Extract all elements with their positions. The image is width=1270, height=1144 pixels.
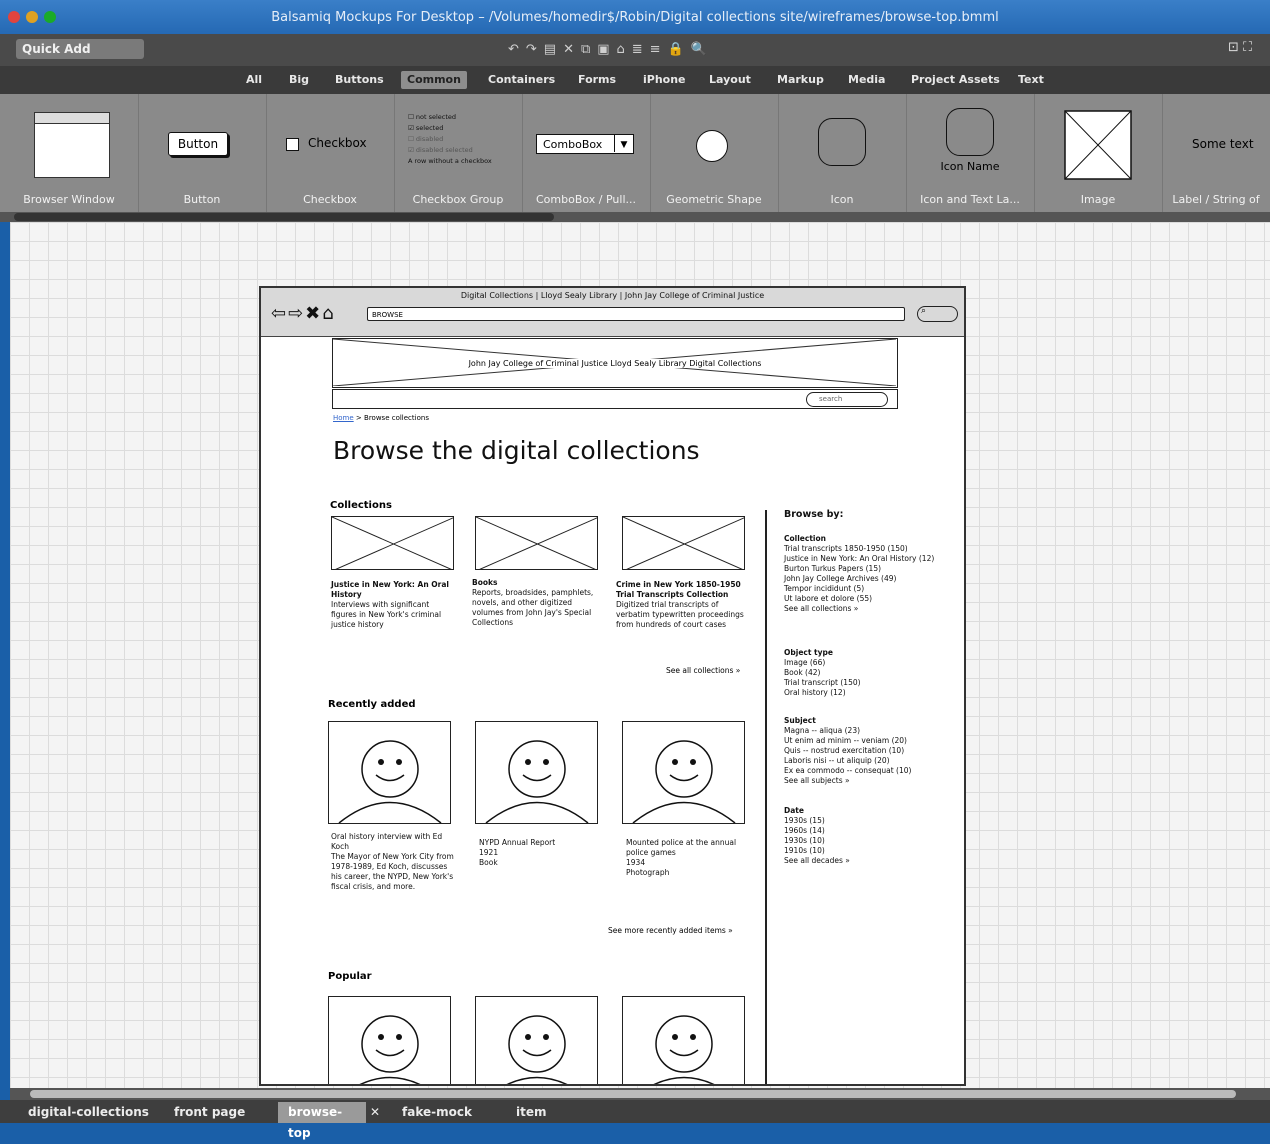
category-forms[interactable]: Forms — [572, 71, 622, 89]
tab-fake-mock[interactable]: fake-mock — [392, 1102, 482, 1123]
rounded-square-icon — [818, 118, 866, 166]
image-placeholder-icon — [1064, 110, 1132, 180]
gallery-button[interactable]: Button Button — [138, 94, 267, 212]
gallery-label: Checkbox Group — [412, 193, 504, 206]
recent-item-smiley-image — [328, 721, 451, 824]
tab-front-page[interactable]: front page — [164, 1102, 255, 1123]
category-big[interactable]: Big — [283, 71, 315, 89]
collection-image-placeholder — [331, 516, 454, 570]
gallery-label: Icon and Text La... — [920, 193, 1020, 206]
canvas-scrollbar-thumb[interactable] — [30, 1090, 1236, 1098]
gallery-scrollbar-thumb[interactable] — [14, 213, 554, 221]
browse-group-date: Date 1930s (15) 1960s (14) 1930s (10) 19… — [784, 806, 850, 865]
gallery-icon-and-text[interactable]: Icon Name Icon and Text La... — [906, 94, 1035, 212]
category-all[interactable]: All — [240, 71, 268, 89]
gallery-label: Checkbox — [303, 193, 357, 206]
window-title-bar: Balsamiq Mockups For Desktop – /Volumes/… — [0, 0, 1270, 34]
checkbox-thumb-icon — [286, 138, 299, 151]
toolbar-action-icons[interactable]: ↶↷▤✕⧉▣⌂≣≡🔒🔍 — [508, 42, 714, 57]
recent-item-smiley-image — [475, 721, 598, 824]
collection-caption: Justice in New York: An Oral History Inte… — [331, 580, 449, 629]
button-thumb: Button — [168, 132, 228, 156]
label-thumb: Some text — [1192, 137, 1254, 151]
gallery-checkbox-group[interactable]: ☐ not selected ☑ selected ☐ disabled ☑ d… — [394, 94, 523, 212]
category-common[interactable]: Common — [401, 71, 467, 89]
icon-name-label: Icon Name — [940, 160, 1000, 173]
rounded-square-icon — [946, 108, 994, 156]
mockup-breadcrumb: Home > Browse collections — [333, 414, 429, 422]
collection-caption: Crime in New York 1850-1950 Trial Transc… — [616, 580, 744, 629]
category-project-assets[interactable]: Project Assets — [905, 71, 1006, 89]
mockup-page-title: Digital Collections | Lloyd Sealy Librar… — [460, 291, 765, 300]
collection-image-placeholder — [622, 516, 745, 570]
quick-add-input[interactable]: Quick Add — [16, 39, 144, 59]
gallery-geometric-shape[interactable]: Geometric Shape — [650, 94, 779, 212]
window-title: Balsamiq Mockups For Desktop – /Volumes/… — [271, 10, 999, 25]
combobox-thumb: ComboBox ▼ — [536, 134, 634, 154]
recent-item-caption: Mounted police at the annual police game… — [626, 838, 737, 877]
popular-item-smiley-image — [328, 996, 451, 1084]
see-more-recent-link: See more recently added items » — [608, 926, 733, 935]
gallery-label-string[interactable]: Some text Label / String of — [1162, 94, 1270, 212]
gallery-combobox[interactable]: ComboBox ▼ ComboBox / Pull... — [522, 94, 651, 212]
checkbox-thumb-label: Checkbox — [308, 136, 367, 150]
chevron-down-icon: ▼ — [614, 135, 633, 152]
mockup-search-field: search — [806, 392, 888, 407]
gallery-label: Browser Window — [23, 193, 115, 206]
tab-browse-top[interactable]: browse-top — [278, 1102, 366, 1140]
category-text[interactable]: Text — [1012, 71, 1050, 89]
mockup-search-icon: ⌕ — [917, 306, 958, 322]
fullscreen-icon[interactable]: ⊡ ⛶ — [1228, 40, 1252, 55]
category-layout[interactable]: Layout — [703, 71, 757, 89]
gallery-icon[interactable]: Icon — [778, 94, 907, 212]
category-buttons[interactable]: Buttons — [329, 71, 390, 89]
collections-heading: Collections — [330, 500, 392, 511]
gallery-label: Image — [1080, 193, 1116, 206]
browser-window-thumb — [34, 112, 110, 178]
gallery-image[interactable]: Image — [1034, 94, 1163, 212]
browse-group-subject: Subject Magna -- aliqua (23) Ut enim ad … — [784, 716, 912, 785]
recent-item-caption: NYPD Annual Report 1921 Book — [479, 838, 556, 867]
gallery-browser-window[interactable]: Browser Window — [0, 94, 139, 212]
recently-added-heading: Recently added — [328, 699, 416, 710]
gallery-label: Geometric Shape — [666, 193, 762, 206]
collection-image-placeholder — [475, 516, 598, 570]
popular-heading: Popular — [328, 971, 372, 982]
popular-item-smiley-image — [622, 996, 745, 1084]
tab-close-icon[interactable]: ✕ — [366, 1102, 384, 1123]
category-containers[interactable]: Containers — [482, 71, 561, 89]
tab-item[interactable]: item — [506, 1102, 557, 1123]
popular-item-smiley-image — [475, 996, 598, 1084]
see-all-collections-link: See all collections » — [666, 666, 741, 675]
recent-item-caption: Oral history interview with Ed Koch The … — [331, 832, 454, 891]
gallery-label: Button — [183, 193, 221, 206]
mockup-heading: Browse the digital collections — [333, 436, 700, 465]
category-media[interactable]: Media — [842, 71, 891, 89]
banner-text: John Jay College of Criminal Justice Llo… — [333, 359, 897, 368]
browse-group-object-type: Object type Image (66) Book (42) Trial t… — [784, 648, 861, 697]
gallery-label: Icon — [830, 193, 854, 206]
gallery-label: Label / String of — [1172, 193, 1260, 206]
breadcrumb-home-link: Home — [333, 414, 354, 422]
component-category-bar — [0, 66, 1270, 94]
circle-shape-icon — [696, 130, 728, 162]
tab-digital-collections[interactable]: digital-collections — [18, 1102, 159, 1123]
canvas-left-edge — [0, 222, 10, 1088]
browse-group-collection: Collection Trial transcripts 1850-1950 (… — [784, 534, 935, 613]
browser-window-mockup[interactable]: Digital Collections | Lloyd Sealy Librar… — [259, 286, 966, 1086]
mockup-banner: John Jay College of Criminal Justice Llo… — [332, 338, 898, 388]
collection-caption: Books Reports, broadsides, pamphlets, nov… — [472, 578, 594, 627]
mockup-url-bar: BROWSE — [367, 307, 905, 321]
category-iphone[interactable]: iPhone — [637, 71, 692, 89]
browse-by-heading: Browse by: — [784, 509, 844, 520]
mockup-nav-icons: ⇦⇨✖⌂ — [271, 303, 336, 324]
checkbox-group-thumb: ☐ not selected ☑ selected ☐ disabled ☑ d… — [408, 113, 492, 165]
category-markup[interactable]: Markup — [771, 71, 830, 89]
gallery-checkbox[interactable]: Checkbox Checkbox — [266, 94, 395, 212]
gallery-label: ComboBox / Pull... — [536, 193, 636, 206]
recent-item-smiley-image — [622, 721, 745, 824]
mockup-column-divider — [765, 510, 767, 1084]
